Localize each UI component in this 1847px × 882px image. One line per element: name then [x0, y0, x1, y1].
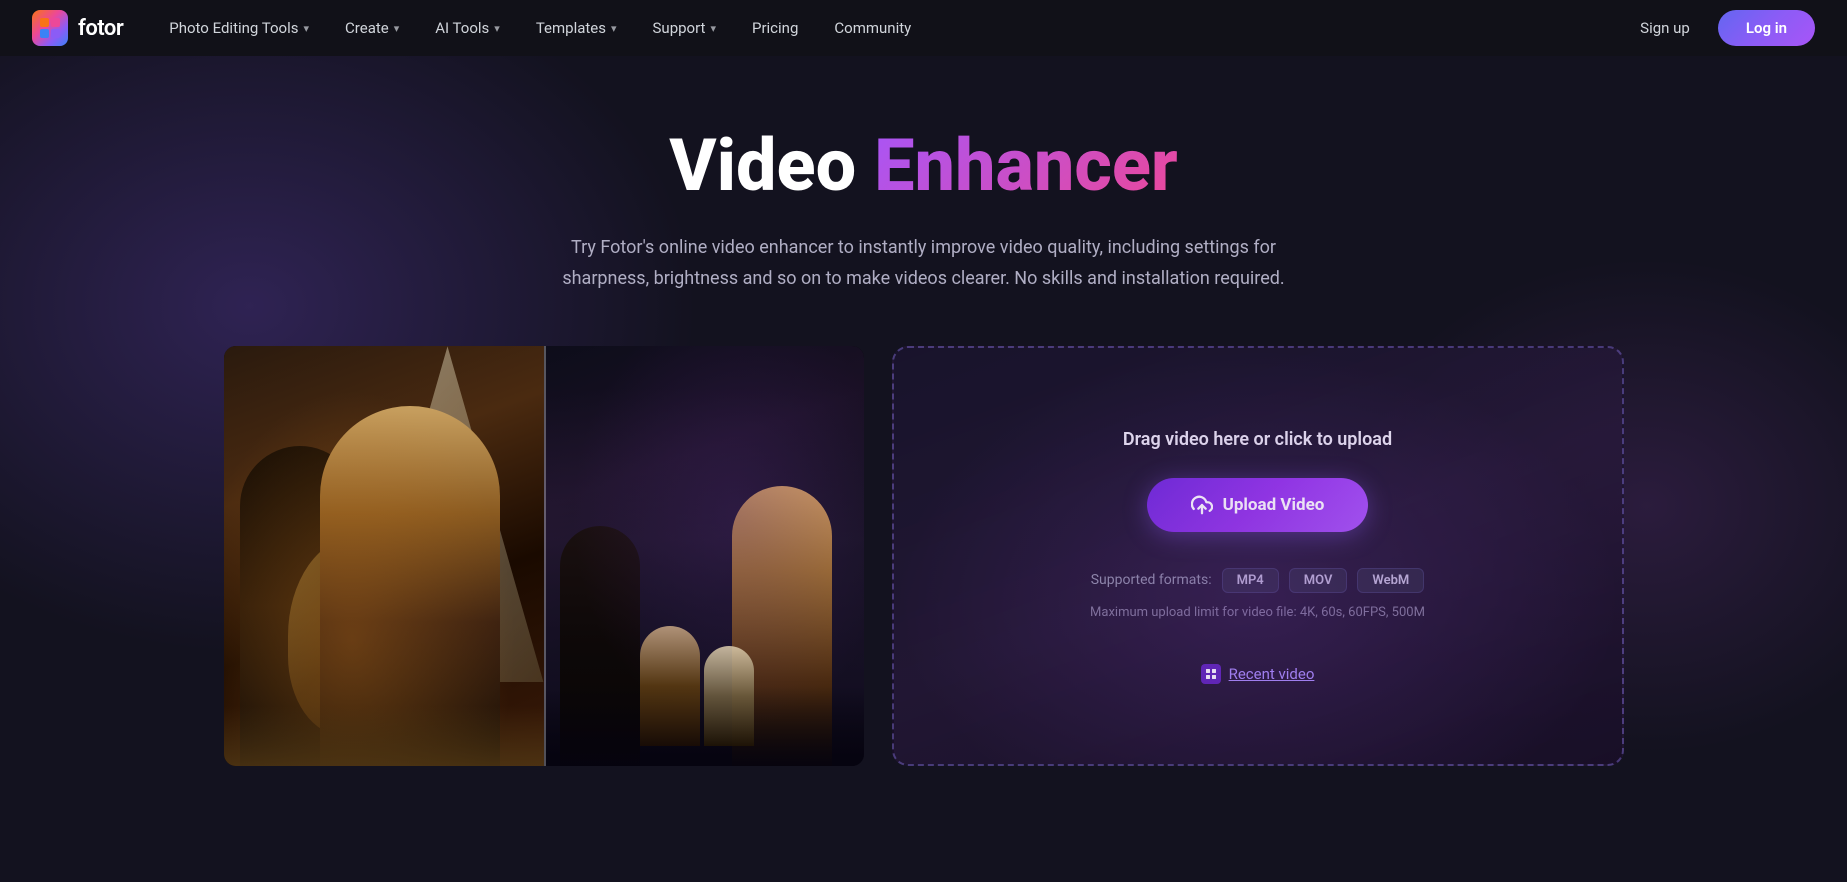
logo-link[interactable]: fotor	[32, 10, 123, 46]
upload-icon	[1191, 494, 1213, 516]
chevron-down-icon: ▾	[611, 22, 617, 35]
video-left-panel	[224, 346, 544, 766]
nav-item-create[interactable]: Create ▾	[327, 0, 417, 56]
navigation: fotor Photo Editing Tools ▾ Create ▾ AI …	[0, 0, 1847, 56]
nav-item-templates[interactable]: Templates ▾	[518, 0, 635, 56]
drag-text: Drag video here or click to upload	[1123, 429, 1392, 450]
format-badge-webm: WebM	[1357, 568, 1424, 593]
video-right-panel	[544, 346, 864, 766]
main-content-area: Drag video here or click to upload Uploa…	[224, 346, 1624, 766]
hero-section: Video Enhancer Try Fotor's online video …	[0, 56, 1847, 882]
chevron-down-icon: ▾	[494, 22, 500, 35]
chevron-down-icon: ▾	[394, 22, 400, 35]
recent-video-icon	[1201, 664, 1221, 684]
hero-subtitle: Try Fotor's online video enhancer to ins…	[534, 233, 1314, 294]
supported-formats: Supported formats: MP4 MOV WebM	[1091, 568, 1425, 593]
nav-item-photo-editing-tools[interactable]: Photo Editing Tools ▾	[151, 0, 327, 56]
recent-video-label: Recent video	[1229, 665, 1315, 683]
nav-auth: Sign up Log in	[1628, 10, 1815, 46]
nav-item-community[interactable]: Community	[816, 0, 929, 56]
nav-item-support[interactable]: Support ▾	[635, 0, 734, 56]
upload-dropzone[interactable]: Drag video here or click to upload Uploa…	[892, 346, 1624, 766]
upload-video-button[interactable]: Upload Video	[1147, 478, 1369, 532]
recent-video-link[interactable]: Recent video	[1201, 664, 1315, 684]
video-split	[224, 346, 864, 766]
nav-items: Photo Editing Tools ▾ Create ▾ AI Tools …	[151, 0, 1628, 56]
format-badge-mp4: MP4	[1222, 568, 1279, 593]
page-title: Video Enhancer	[669, 126, 1177, 205]
login-button[interactable]: Log in	[1718, 10, 1815, 46]
logo-text: fotor	[78, 16, 123, 41]
chevron-down-icon: ▾	[710, 22, 716, 35]
nav-item-ai-tools[interactable]: AI Tools ▾	[417, 0, 518, 56]
format-badge-mov: MOV	[1289, 568, 1348, 593]
signup-button[interactable]: Sign up	[1628, 11, 1702, 45]
nav-item-pricing[interactable]: Pricing	[734, 0, 816, 56]
video-preview	[224, 346, 864, 766]
logo-icon	[32, 10, 68, 46]
chevron-down-icon: ▾	[304, 22, 310, 35]
upload-limit-text: Maximum upload limit for video file: 4K,…	[1090, 605, 1425, 620]
